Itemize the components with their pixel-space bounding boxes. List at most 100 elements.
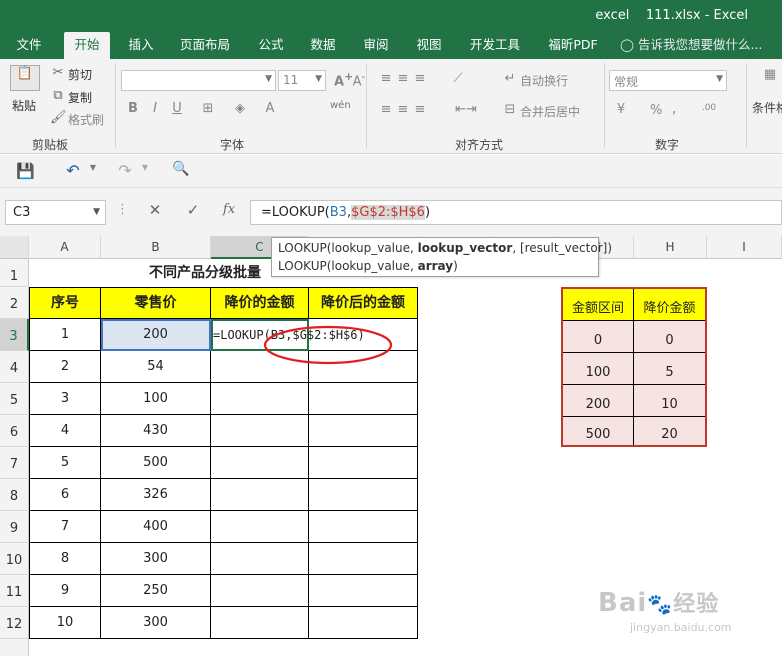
lookup-header-discount[interactable]: 降价金额 [634,289,705,321]
cell-a4[interactable]: 2 [29,351,101,383]
cell-a9[interactable]: 7 [29,511,101,543]
header-price[interactable]: 零售价 [101,287,211,319]
cell-a3[interactable]: 1 [29,319,101,351]
copy-button[interactable]: 复制 [68,89,92,106]
decimal-icon[interactable]: .00 [694,103,724,113]
tab-file[interactable]: 文件 [6,32,52,59]
column-header-b[interactable]: B [101,236,211,259]
conditional-format-button[interactable]: 条件格 [752,99,782,116]
font-name-combo[interactable]: ▼ [121,70,276,91]
vertical-align-icon[interactable]: ≡≡≡ [376,71,436,86]
drag-handle-icon[interactable]: ⋮ [116,202,129,217]
cell-d7[interactable] [309,447,418,479]
cell-c5[interactable] [211,383,309,415]
lookup-h3[interactable]: 0 [634,321,705,353]
undo-icon[interactable]: ↶ [64,161,82,180]
cell-a11[interactable]: 9 [29,575,101,607]
tab-developer[interactable]: 开发工具 [462,32,528,59]
header-final-price[interactable]: 降价后的金额 [309,287,418,319]
redo-icon[interactable]: ↷ [116,161,134,180]
cell-b11[interactable]: 250 [101,575,211,607]
select-all-corner[interactable] [0,236,29,259]
chevron-down-icon[interactable]: ▼ [88,163,98,172]
cell-c9[interactable] [211,511,309,543]
cell-b10[interactable]: 300 [101,543,211,575]
row-header-8[interactable]: 8 [0,479,29,511]
cell-d12[interactable] [309,607,418,639]
wrap-text-button[interactable]: 自动换行 [520,72,568,89]
row-header-7[interactable]: 7 [0,447,29,479]
cell-c7[interactable] [211,447,309,479]
name-box[interactable]: C3 ▼ [5,200,106,225]
cell-c6[interactable] [211,415,309,447]
horizontal-align-icon[interactable]: ≡≡≡ [376,102,436,117]
cell-c10[interactable] [211,543,309,575]
cell-b12[interactable]: 300 [101,607,211,639]
cell-d11[interactable] [309,575,418,607]
lookup-h6[interactable]: 20 [634,417,705,445]
tell-me-box[interactable]: ◯ 告诉我您想要做什么... [620,32,780,59]
row-header-1[interactable]: 1 [0,259,29,287]
merge-center-button[interactable]: 合并后居中 [520,103,580,120]
tab-page-layout[interactable]: 页面布局 [172,32,238,59]
lookup-h5[interactable]: 10 [634,385,705,417]
row-header-2[interactable]: 2 [0,287,29,319]
tab-home[interactable]: 开始 [64,32,110,59]
cell-b5[interactable]: 100 [101,383,211,415]
row-header-12[interactable]: 12 [0,607,29,639]
number-format-combo[interactable]: 常规 ▼ [609,70,727,91]
cell-b8[interactable]: 326 [101,479,211,511]
cell-b7[interactable]: 500 [101,447,211,479]
insert-function-icon[interactable]: fx [220,202,238,217]
print-preview-icon[interactable]: 🔍 [172,161,190,177]
row-header-3[interactable]: 3 [0,319,29,351]
row-header-13[interactable] [0,639,29,656]
fill-color-icon[interactable]: ◈ [232,101,248,116]
cancel-icon[interactable]: ✕ [146,201,164,219]
cell-b3[interactable]: 200 [101,319,211,351]
enter-check-icon[interactable]: ✓ [184,201,202,219]
font-color-icon[interactable]: A [262,101,278,116]
cell-a10[interactable]: 8 [29,543,101,575]
format-painter-button[interactable]: 格式刷 [68,111,104,128]
tooltip-syntax-array[interactable]: LOOKUP(lookup_value, array) [278,259,458,273]
lookup-h4[interactable]: 5 [634,353,705,385]
tab-review[interactable]: 审阅 [355,32,397,59]
cell-b4[interactable]: 54 [101,351,211,383]
italic-icon[interactable]: I [148,101,162,116]
sheet-title[interactable]: 不同产品分级批量 [120,259,290,287]
tab-insert[interactable]: 插入 [118,32,164,59]
grow-font-icon[interactable]: A+ [334,70,353,89]
lookup-g5[interactable]: 200 [563,385,634,417]
chevron-down-icon[interactable]: ▼ [140,163,150,172]
cell-d5[interactable] [309,383,418,415]
row-header-9[interactable]: 9 [0,511,29,543]
cell-a7[interactable]: 5 [29,447,101,479]
font-size-combo[interactable]: 11 ▼ [278,70,326,91]
phonetic-guide-button[interactable]: wén [330,100,351,111]
cell-b6[interactable]: 430 [101,415,211,447]
orientation-icon[interactable]: ⟋ [446,71,470,86]
cell-d9[interactable] [309,511,418,543]
row-header-4[interactable]: 4 [0,351,29,383]
cell-a6[interactable]: 4 [29,415,101,447]
cut-button[interactable]: 剪切 [68,66,92,83]
row-header-11[interactable]: 11 [0,575,29,607]
row-header-10[interactable]: 10 [0,543,29,575]
cell-d10[interactable] [309,543,418,575]
bold-icon[interactable]: B [126,101,140,116]
cell-a8[interactable]: 6 [29,479,101,511]
cell-c11[interactable] [211,575,309,607]
tooltip-syntax-vector[interactable]: LOOKUP(lookup_value, lookup_vector, [res… [278,241,612,255]
row-header-5[interactable]: 5 [0,383,29,415]
column-header-a[interactable]: A [29,236,101,259]
cell-d6[interactable] [309,415,418,447]
tab-data[interactable]: 数据 [302,32,344,59]
tab-view[interactable]: 视图 [408,32,450,59]
row-header-6[interactable]: 6 [0,415,29,447]
lookup-header-range[interactable]: 金额区间 [563,289,634,321]
cell-a5[interactable]: 3 [29,383,101,415]
paste-button[interactable]: 粘贴 [12,97,36,114]
tab-foxit-pdf[interactable]: 福昕PDF [540,32,606,59]
column-header-i[interactable]: I [707,236,782,259]
